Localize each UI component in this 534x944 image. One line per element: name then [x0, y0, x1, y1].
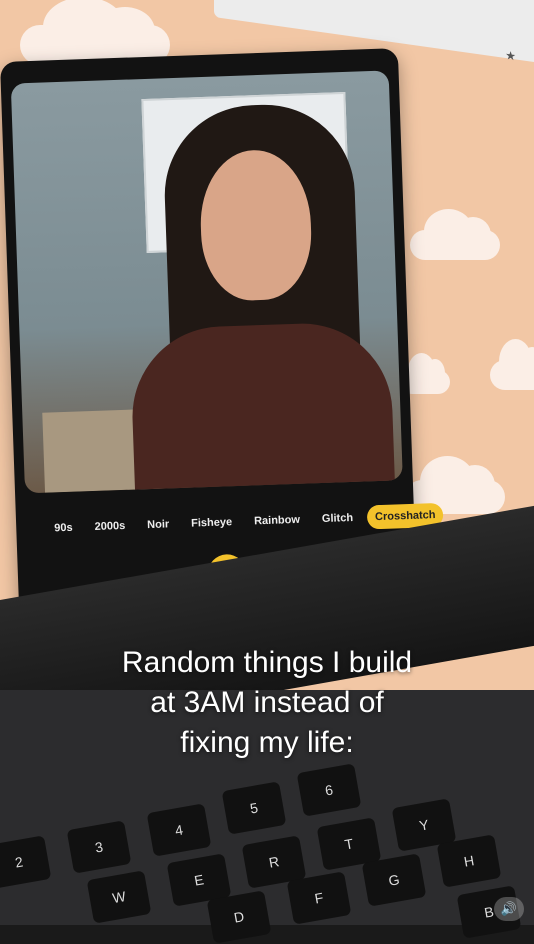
camera-preview: [10, 70, 403, 494]
key: H: [436, 834, 502, 888]
filter-noir[interactable]: Noir: [139, 512, 178, 537]
caption-line-3: fixing my life:: [180, 726, 354, 759]
speaker-icon[interactable]: 🔊: [494, 897, 524, 921]
key: 4: [146, 803, 212, 857]
key: F: [286, 871, 352, 925]
key: 2: [0, 835, 52, 889]
filter-glitch[interactable]: Glitch: [313, 506, 361, 532]
key: W: [86, 870, 152, 924]
key: G: [361, 853, 427, 907]
bookmark-star-icon[interactable]: ★: [505, 48, 516, 64]
filter-fisheye[interactable]: Fisheye: [183, 510, 241, 536]
caption-line-2: at 3AM instead of: [150, 686, 384, 719]
filter-rainbow[interactable]: Rainbow: [246, 508, 309, 534]
key: 3: [66, 820, 132, 874]
wallpaper-cloud: [490, 339, 534, 390]
wallpaper-cloud: [410, 209, 500, 260]
person-body: [129, 320, 396, 494]
video-caption: Random things I build at 3AM instead of …: [0, 643, 534, 763]
key: D: [206, 890, 272, 944]
key: 5: [221, 781, 287, 835]
key: 6: [296, 763, 362, 817]
filter-2000s[interactable]: 2000s: [86, 514, 133, 540]
filter-90s[interactable]: 90s: [46, 515, 81, 540]
caption-line-1: Random things I build: [121, 646, 413, 679]
